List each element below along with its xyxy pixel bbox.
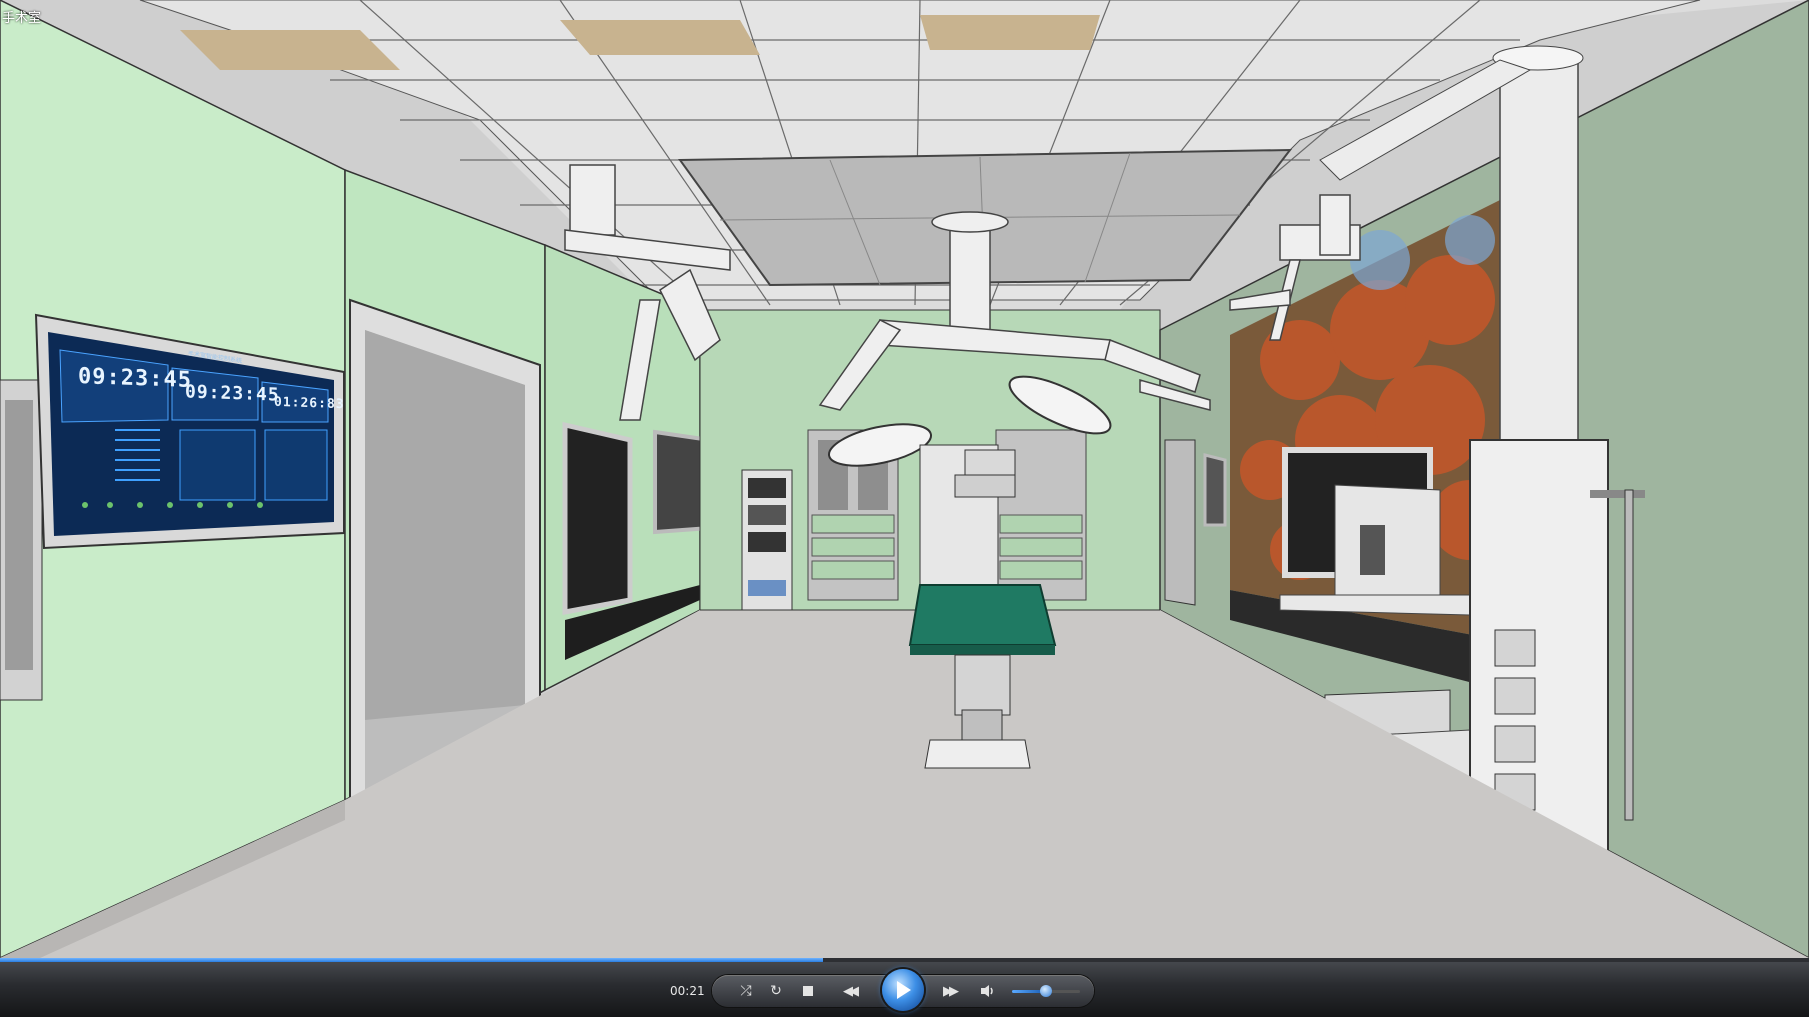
play-icon	[897, 981, 911, 999]
monitor-clock-main: 09:23:45	[78, 364, 192, 393]
operating-room-render	[0, 0, 1809, 958]
repeat-icon: ↻	[770, 983, 782, 999]
seek-bar[interactable]	[0, 958, 1809, 962]
media-control-bar: 00:21 ⤮ ↻ ◀◀ ▶▶	[0, 958, 1809, 1017]
fast-forward-icon: ▶▶	[943, 983, 959, 999]
monitor-clock-secondary: 09:23:45	[185, 381, 280, 406]
seek-progress	[0, 958, 824, 962]
transport-controls: ⤮ ↻ ◀◀ ▶▶	[712, 969, 1094, 1011]
speaker-icon	[981, 985, 993, 997]
volume-thumb[interactable]	[1040, 985, 1052, 997]
repeat-button[interactable]: ↻	[764, 979, 788, 1003]
next-button[interactable]: ▶▶	[934, 979, 964, 1003]
play-button[interactable]	[882, 969, 924, 1011]
stop-button[interactable]	[796, 979, 820, 1003]
video-frame[interactable]: 手术室 手术室智能控制系统 09:23:45 09:23:45 01:26:83	[0, 0, 1809, 958]
window-title: 手术室	[2, 11, 42, 26]
mute-button[interactable]	[976, 979, 1000, 1003]
previous-button[interactable]: ◀◀	[834, 979, 864, 1003]
elapsed-time: 00:21	[670, 984, 705, 998]
shuffle-button[interactable]: ⤮	[734, 979, 758, 1003]
monitor-timer: 01:26:83	[274, 394, 345, 413]
rewind-icon: ◀◀	[843, 983, 859, 999]
stop-icon	[803, 986, 813, 996]
shuffle-icon: ⤮	[740, 983, 752, 999]
